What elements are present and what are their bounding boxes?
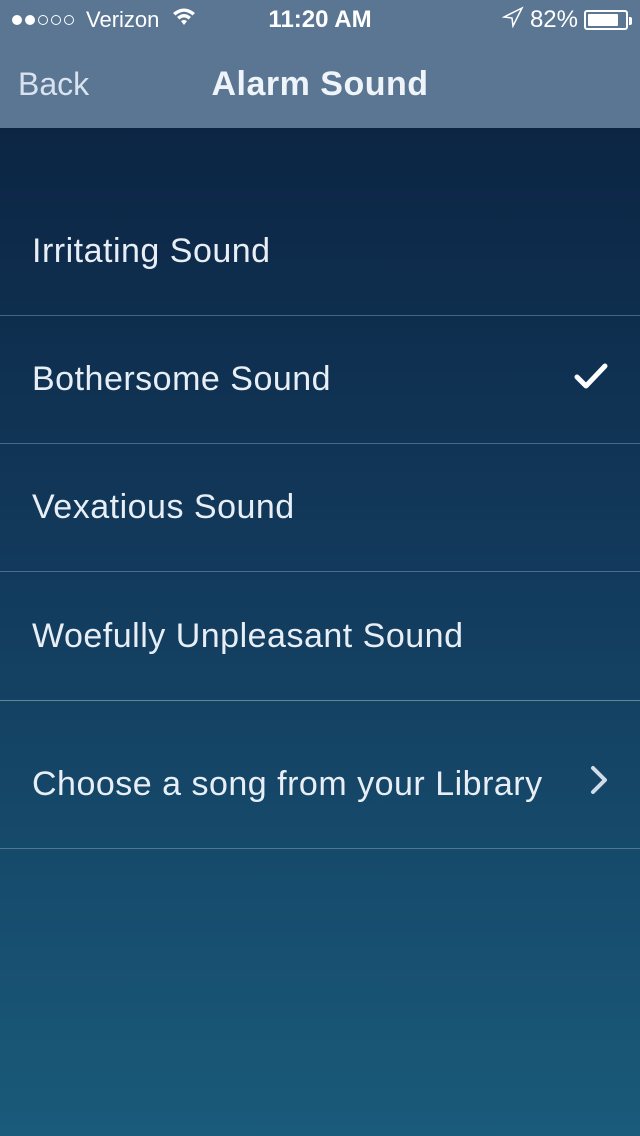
library-section: Choose a song from your Library <box>0 701 640 849</box>
status-bar: Verizon 11:20 AM 82% <box>0 0 640 40</box>
navigation-bar: Back Alarm Sound <box>0 40 640 128</box>
battery-icon <box>584 10 628 30</box>
sound-option-label: Woefully Unpleasant Sound <box>32 617 608 656</box>
location-icon <box>502 6 524 35</box>
checkmark-icon <box>574 360 608 399</box>
sound-option-label: Vexatious Sound <box>32 488 608 527</box>
chevron-right-icon <box>590 765 608 804</box>
wifi-icon <box>171 6 197 34</box>
signal-strength-icon <box>12 15 74 25</box>
choose-library-song-row[interactable]: Choose a song from your Library <box>0 721 640 849</box>
sound-list: Irritating Sound Bothersome Sound Vexatiou… <box>0 188 640 700</box>
back-button[interactable]: Back <box>18 66 89 103</box>
carrier-label: Verizon <box>86 7 159 33</box>
sound-option-row[interactable]: Bothersome Sound <box>0 316 640 444</box>
sound-option-row[interactable]: Vexatious Sound <box>0 444 640 572</box>
battery-percent: 82% <box>530 6 578 34</box>
sound-option-row[interactable]: Woefully Unpleasant Sound <box>0 572 640 700</box>
library-row-label: Choose a song from your Library <box>32 765 543 804</box>
status-left: Verizon <box>12 6 197 34</box>
sound-option-row[interactable]: Irritating Sound <box>0 188 640 316</box>
sound-option-label: Irritating Sound <box>32 232 608 271</box>
content: Irritating Sound Bothersome Sound Vexatiou… <box>0 128 640 849</box>
sound-option-label: Bothersome Sound <box>32 360 574 399</box>
battery-fill <box>588 14 618 26</box>
page-title: Alarm Sound <box>211 65 428 104</box>
status-time: 11:20 AM <box>268 6 371 34</box>
status-right: 82% <box>502 6 628 35</box>
